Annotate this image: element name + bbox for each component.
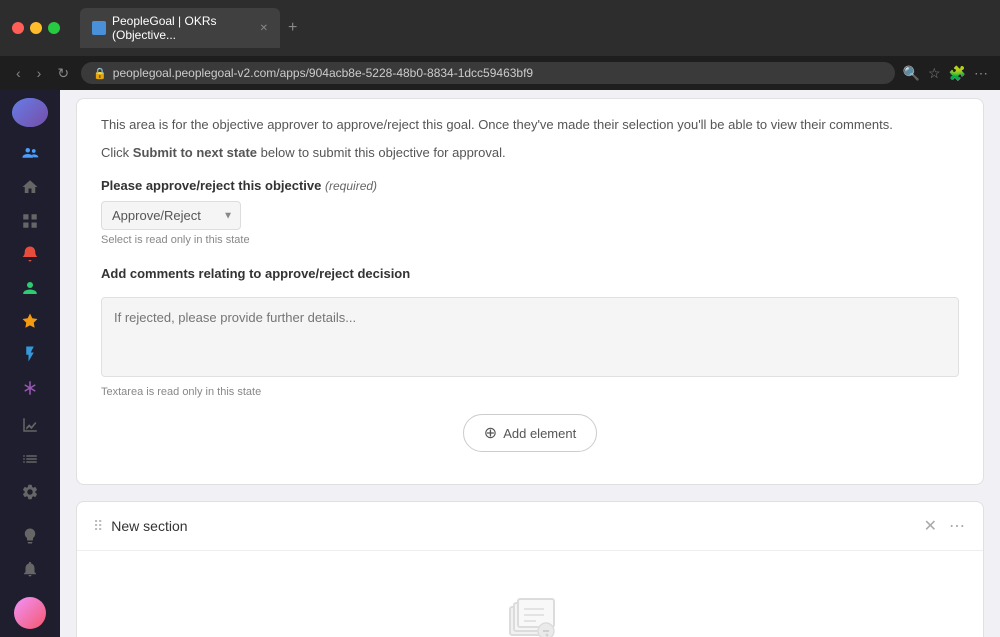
sidebar-item-users[interactable] (12, 273, 48, 302)
add-element-button[interactable]: ⊕ Add element (463, 414, 597, 452)
submit-bold: Submit to next state (133, 145, 257, 160)
address-bar: ‹ › ↻ 🔒 peoplegoal.peoplegoal-v2.com/app… (0, 56, 1000, 90)
lock-icon: 🔒 (93, 67, 107, 80)
sidebar-item-bell[interactable] (12, 555, 48, 584)
sidebar-item-list[interactable] (12, 444, 48, 473)
approval-section-card: This area is for the objective approver … (76, 98, 984, 485)
url-bar[interactable]: 🔒 peoplegoal.peoplegoal-v2.com/apps/904a… (81, 62, 894, 84)
sidebar-item-settings[interactable] (12, 477, 48, 506)
sidebar-item-asterisk[interactable] (12, 373, 48, 402)
back-button[interactable]: ‹ (12, 63, 25, 83)
new-section-body: Nothing to show There are no elements in… (77, 551, 983, 637)
app-layout: This area is for the objective approver … (0, 90, 1000, 637)
comments-textarea[interactable] (101, 297, 959, 377)
browser-actions: 🔍 ☆ 🧩 ⋯ (903, 65, 988, 82)
sidebar-item-people[interactable] (12, 139, 48, 168)
maximize-button[interactable] (48, 22, 60, 34)
required-label: (required) (325, 179, 377, 193)
info-text-2: Click Submit to next state below to subm… (101, 143, 959, 163)
sidebar (0, 90, 60, 637)
new-section-header: ⠿ New section ✕ ⋯ (77, 502, 983, 551)
info-text-1: This area is for the objective approver … (101, 115, 959, 135)
plus-circle-icon: ⊕ (484, 423, 497, 443)
new-section-card: ⠿ New section ✕ ⋯ (76, 501, 984, 637)
close-button[interactable] (12, 22, 24, 34)
refresh-button[interactable]: ↻ (53, 63, 73, 84)
extension-button[interactable]: 🧩 (949, 65, 966, 82)
avatar[interactable] (12, 98, 48, 127)
more-options-button[interactable]: ⋯ (947, 514, 967, 538)
forward-button[interactable]: › (33, 63, 46, 83)
url-text: peoplegoal.peoplegoal-v2.com/apps/904acb… (113, 66, 533, 80)
browser-chrome: PeopleGoal | OKRs (Objective... ✕ + ‹ › … (0, 0, 1000, 90)
approve-reject-label: Please approve/reject this objective (re… (101, 178, 959, 193)
drag-handle-icon[interactable]: ⠿ (93, 518, 103, 535)
comments-label: Add comments relating to approve/reject … (101, 266, 959, 281)
new-section-title: New section (111, 518, 913, 534)
approve-reject-select-wrapper: Approve/Reject ▼ (101, 201, 241, 230)
bookmark-button[interactable]: ☆ (928, 65, 941, 82)
new-tab-button[interactable]: + (280, 19, 305, 37)
sidebar-item-bolt[interactable] (12, 340, 48, 369)
tab-close-button[interactable]: ✕ (260, 23, 268, 34)
search-button[interactable]: 🔍 (903, 65, 920, 82)
empty-state-icon (500, 591, 560, 637)
sidebar-item-dashboard[interactable] (12, 206, 48, 235)
sidebar-item-star[interactable] (12, 306, 48, 335)
sidebar-item-alert[interactable] (12, 240, 48, 269)
user-avatar-bottom[interactable] (12, 597, 48, 629)
sidebar-item-bulb[interactable] (12, 521, 48, 550)
textarea-hint: Textarea is read only in this state (101, 386, 959, 398)
minimize-button[interactable] (30, 22, 42, 34)
menu-button[interactable]: ⋯ (974, 65, 988, 82)
tab-title: PeopleGoal | OKRs (Objective... (112, 14, 254, 42)
select-hint: Select is read only in this state (101, 234, 959, 246)
sidebar-item-home[interactable] (12, 173, 48, 202)
active-tab[interactable]: PeopleGoal | OKRs (Objective... ✕ (80, 8, 280, 48)
approval-section-body: This area is for the objective approver … (77, 99, 983, 484)
tab-favicon (92, 21, 106, 35)
sidebar-item-chart[interactable] (12, 411, 48, 440)
avatar-image (12, 98, 48, 127)
section-actions: ✕ ⋯ (922, 514, 967, 538)
main-content: This area is for the objective approver … (60, 90, 1000, 637)
traffic-lights (12, 22, 60, 34)
approve-reject-select[interactable]: Approve/Reject (101, 201, 241, 230)
close-section-button[interactable]: ✕ (922, 514, 939, 538)
